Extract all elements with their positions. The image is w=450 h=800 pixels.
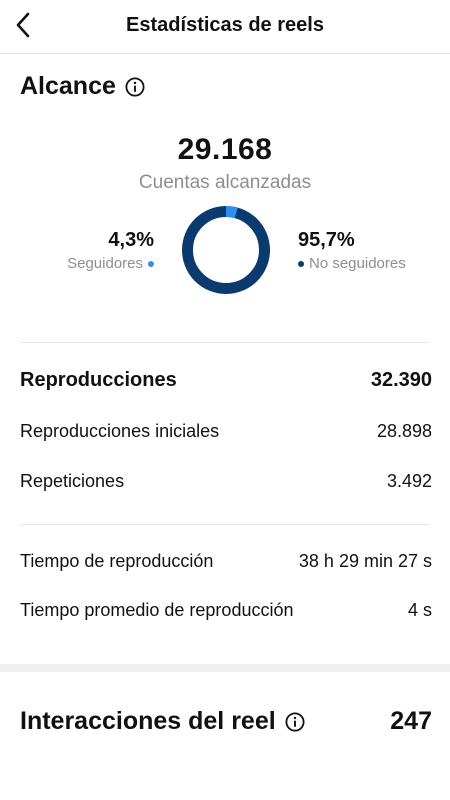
avg-watch-time-label: Tiempo promedio de reproducción: [20, 600, 294, 620]
initial-plays-value: 28.898: [376, 421, 432, 441]
plays-total-row: Reproducciones 32.390: [20, 369, 432, 392]
divider: [20, 342, 430, 343]
initial-plays-row: Reproducciones iniciales 28.898: [20, 421, 432, 442]
non-followers-label: No seguidores: [309, 255, 406, 272]
followers-legend: Seguidores: [67, 255, 154, 272]
reach-donut-chart: [182, 206, 270, 294]
section-separator: [0, 664, 450, 672]
accounts-reached-value: 29.168: [177, 133, 273, 166]
donut-track: [182, 206, 270, 294]
followers-label: Seguidores: [67, 255, 143, 272]
watch-time-row: Tiempo de reproducción 38 h 29 min 27 s: [20, 551, 432, 572]
non-followers-legend: No seguidores: [298, 255, 406, 272]
non-followers-percent: 95,7%: [298, 229, 355, 251]
interactions-title: Interacciones del reel: [20, 707, 276, 735]
avg-watch-time-value: 4 s: [407, 600, 432, 620]
interactions-row[interactable]: Interacciones del reel 247: [20, 707, 432, 736]
accounts-reached-label: Cuentas alcanzadas: [138, 172, 312, 193]
followers-stat: 4,3% Seguidores: [67, 228, 154, 272]
followers-dot: [148, 260, 154, 267]
page-title: Estadísticas de reels: [126, 14, 324, 36]
reach-title: Alcance: [20, 72, 116, 100]
replays-value: 3.492: [386, 471, 432, 491]
divider: [20, 524, 430, 525]
top-bar: Estadísticas de reels: [0, 0, 450, 54]
non-followers-dot: [298, 260, 304, 267]
interactions-value: 247: [390, 707, 432, 735]
interactions-header: Interacciones del reel: [20, 707, 305, 736]
replays-row: Repeticiones 3.492: [20, 471, 432, 492]
reach-section-header: Alcance: [20, 72, 145, 101]
plays-total-label: Reproducciones: [20, 369, 177, 391]
watch-time-value: 38 h 29 min 27 s: [298, 551, 432, 571]
plays-total-value: 32.390: [370, 369, 432, 391]
avg-watch-time-row: Tiempo promedio de reproducción 4 s: [20, 600, 432, 621]
initial-plays-label: Reproducciones iniciales: [20, 421, 220, 441]
watch-time-label: Tiempo de reproducción: [20, 551, 214, 571]
non-followers-stat: 95,7% No seguidores: [298, 228, 406, 272]
info-icon[interactable]: [125, 76, 145, 97]
replays-label: Repeticiones: [20, 471, 125, 491]
followers-percent: 4,3%: [108, 229, 154, 251]
info-icon[interactable]: [285, 711, 305, 732]
